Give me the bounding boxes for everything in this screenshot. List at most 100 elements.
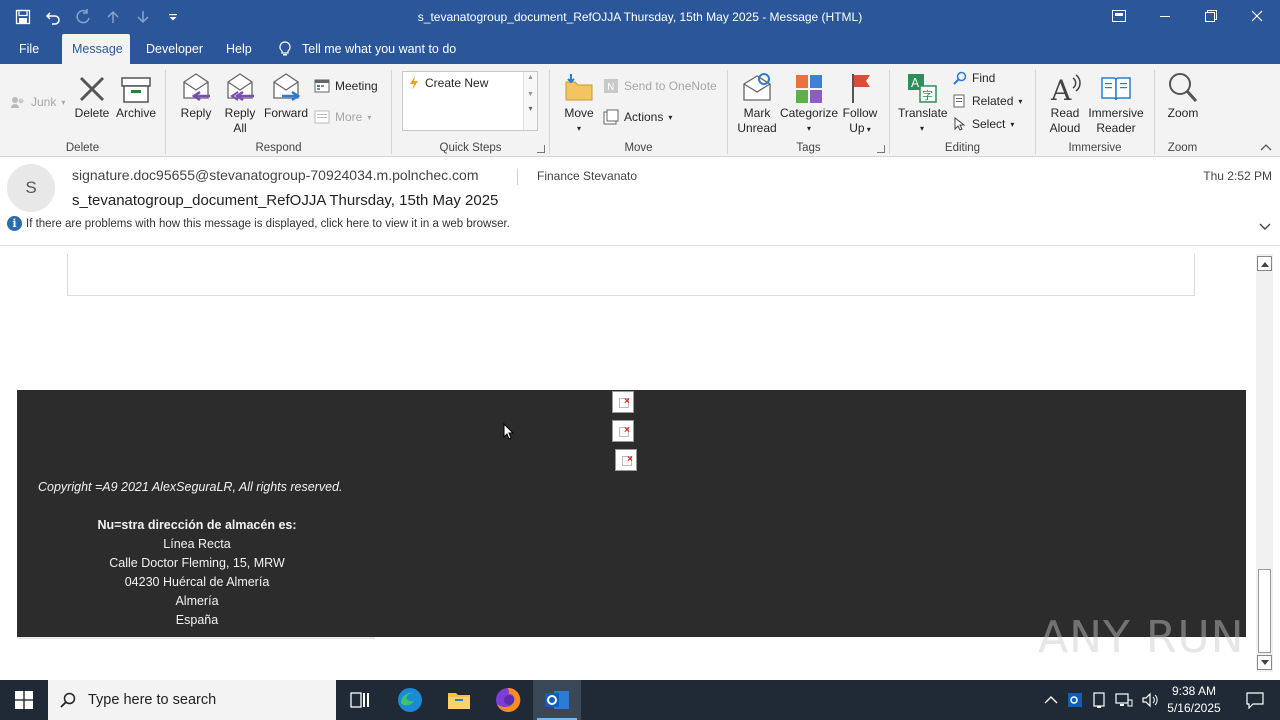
send-to-onenote-button[interactable]: N Send to OneNote [603, 76, 717, 96]
copyright-text: Copyright =A9 2021 AlexSeguraLR, All rig… [38, 480, 343, 494]
notifications-icon[interactable] [1232, 680, 1278, 720]
related-button[interactable]: Related ▾ [953, 91, 1022, 111]
flag-icon [840, 70, 880, 104]
move-folder-icon [560, 70, 598, 104]
message-body: Copyright =A9 2021 AlexSeguraLR, All rig… [8, 247, 1256, 672]
tags-launcher-icon[interactable] [877, 145, 885, 153]
outlook-tray-icon[interactable] [1067, 692, 1083, 708]
pointer-icon [954, 117, 966, 131]
sender-address[interactable]: signature.doc95655@stevanatogroup-709240… [72, 167, 479, 183]
reply-all-button[interactable]: Reply All [220, 70, 260, 136]
junk-button[interactable]: Junk ▾ [10, 92, 65, 112]
edge-browser-icon[interactable] [386, 680, 434, 720]
ribbon-tabs: File Message Developer Help Tell me what… [0, 34, 1280, 64]
system-tray [1044, 680, 1160, 720]
translate-button[interactable]: A字 Translate ▾ [898, 70, 948, 136]
categorize-button[interactable]: Categorize ▾ [780, 70, 838, 136]
avatar[interactable]: S [7, 164, 55, 212]
watermark: ANY RUN [1038, 612, 1245, 663]
message-subject: s_tevanatogroup_document_RefOJJA Thursda… [72, 192, 499, 209]
file-explorer-icon[interactable] [435, 680, 483, 720]
vertical-scrollbar[interactable] [1256, 254, 1273, 672]
delete-group: Junk ▾ Delete Archive Delete [0, 64, 165, 157]
window-controls [1096, 0, 1280, 32]
taskbar-search[interactable]: Type here to search [48, 680, 336, 720]
actions-button[interactable]: Actions ▾ [603, 107, 672, 127]
recipient[interactable]: Finance Stevanato [537, 169, 637, 183]
move-button[interactable]: Move ▾ [560, 70, 598, 136]
device-icon[interactable] [1092, 692, 1106, 708]
tab-file[interactable]: File [9, 34, 49, 64]
more-button[interactable]: More ▾ [314, 107, 371, 127]
tell-me-search[interactable]: Tell me what you want to do [278, 34, 456, 64]
reply-button[interactable]: Reply [176, 70, 216, 121]
meeting-button[interactable]: Meeting [314, 76, 378, 96]
task-view-icon[interactable] [336, 680, 384, 720]
quick-steps-launcher-icon[interactable] [537, 145, 545, 153]
chevron-up-icon[interactable] [1044, 695, 1058, 705]
delete-icon [73, 70, 111, 104]
move-group: Move ▾ N Send to OneNote Actions ▾ Move [550, 64, 727, 157]
clock[interactable]: 9:38 AM 5/16/2025 [1160, 683, 1228, 717]
select-button[interactable]: Select ▾ [953, 114, 1014, 134]
tab-developer[interactable]: Developer [136, 34, 213, 64]
broken-image-icon[interactable] [615, 449, 637, 471]
respond-group: Reply Reply All Forward Meeting More ▾ R… [166, 64, 391, 157]
meeting-icon [314, 79, 330, 93]
volume-icon[interactable] [1142, 692, 1160, 708]
ribbon-display-icon[interactable] [1096, 0, 1142, 32]
lightning-icon [410, 76, 418, 90]
windows-start-icon[interactable] [0, 680, 48, 720]
forward-icon [263, 70, 309, 104]
search-icon [60, 692, 76, 708]
zoom-button[interactable]: Zoom [1163, 70, 1203, 121]
quick-steps-scrollbar[interactable]: ▲ ▼ ▾ [523, 72, 537, 130]
info-icon: i [7, 216, 22, 231]
find-button[interactable]: Find [953, 68, 995, 88]
network-icon[interactable] [1115, 692, 1133, 708]
clock-time: 9:38 AM [1171, 684, 1217, 698]
follow-up-button[interactable]: Follow Up ▾ [840, 70, 880, 137]
chevron-down-icon[interactable] [1259, 220, 1271, 234]
archive-button[interactable]: Archive [114, 70, 158, 121]
outlook-icon[interactable] [533, 680, 581, 720]
immersive-reader-button[interactable]: Immersive Reader [1086, 70, 1146, 136]
quick-steps-gallery: Create New ▲ ▼ ▾ [402, 71, 538, 131]
zoom-group: Zoom Zoom [1155, 64, 1210, 157]
read-aloud-button[interactable]: A Read Aloud [1044, 70, 1086, 136]
archive-icon [114, 70, 158, 104]
content-box [67, 254, 1195, 296]
clock-date: 5/16/2025 [1167, 701, 1221, 715]
tags-group: Mark Unread Categorize ▾ Follow Up ▾ Tag… [728, 64, 889, 157]
scroll-up-icon[interactable] [1257, 256, 1272, 271]
mark-unread-button[interactable]: Mark Unread [736, 70, 778, 136]
delete-button[interactable]: Delete [73, 70, 111, 121]
tab-message[interactable]: Message [62, 34, 130, 64]
mouse-cursor-icon [503, 422, 515, 444]
onenote-icon: N [604, 79, 618, 93]
info-bar[interactable]: i If there are problems with how this me… [7, 216, 510, 231]
firefox-icon[interactable] [484, 680, 532, 720]
lightbulb-icon [279, 41, 291, 56]
create-new-quick-step[interactable]: Create New [409, 76, 488, 90]
message-header: S signature.doc95655@stevanatogroup-7092… [0, 158, 1280, 246]
broken-image-icon[interactable] [612, 391, 634, 413]
forward-button[interactable]: Forward [263, 70, 309, 121]
svg-text:A: A [1050, 74, 1072, 104]
broken-image-icon[interactable] [612, 420, 634, 442]
restore-icon[interactable] [1188, 0, 1234, 32]
related-icon [953, 94, 965, 108]
editing-group: A字 Translate ▾ Find Related ▾ Select ▾ E… [890, 64, 1035, 157]
minimize-icon[interactable] [1142, 0, 1188, 32]
svg-text:A: A [911, 76, 920, 90]
footer-band: Copyright =A9 2021 AlexSeguraLR, All rig… [17, 390, 1246, 637]
svg-text:N: N [607, 82, 614, 93]
collapse-ribbon-icon[interactable] [1260, 140, 1272, 154]
junk-icon [11, 97, 24, 108]
tab-help[interactable]: Help [216, 34, 262, 64]
scroll-down-icon[interactable] [1257, 655, 1272, 670]
scroll-thumb[interactable] [1258, 569, 1271, 653]
close-icon[interactable] [1234, 0, 1280, 32]
title-bar: s_tevanatogroup_document_RefOJJA Thursda… [0, 0, 1280, 34]
mark-unread-icon [736, 70, 778, 104]
